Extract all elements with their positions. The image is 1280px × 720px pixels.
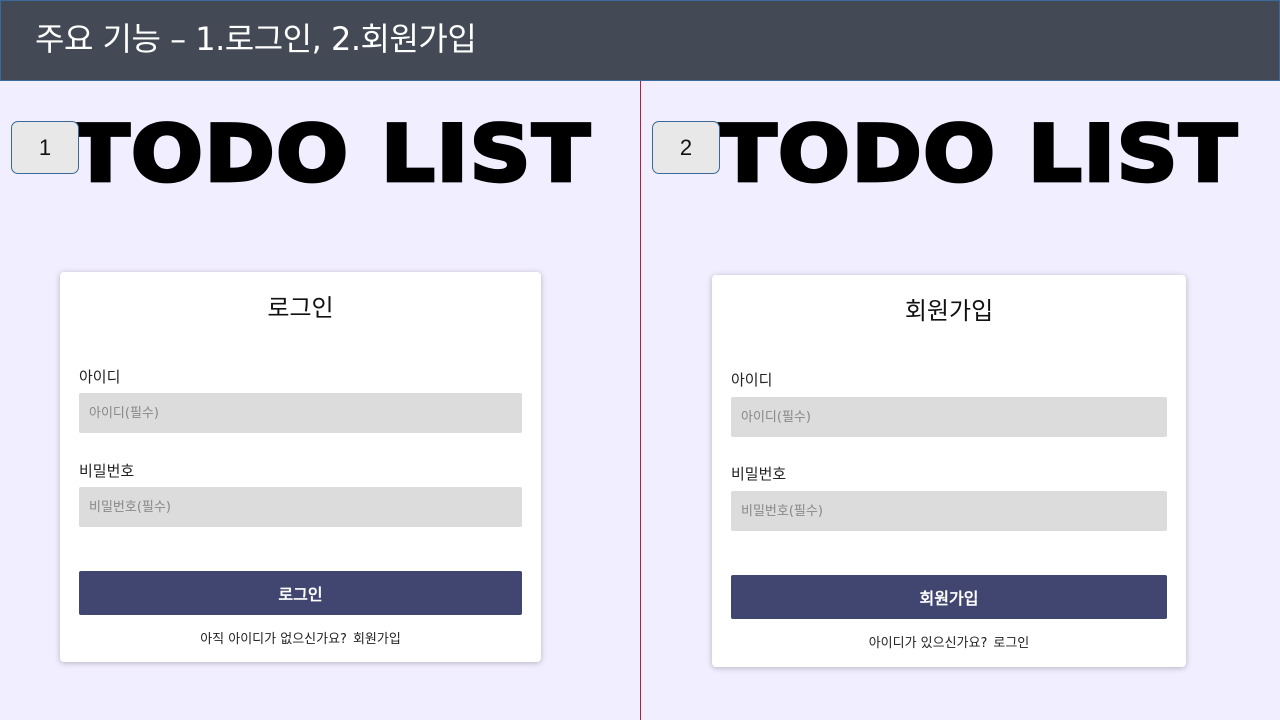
signup-title: 회원가입 — [904, 297, 994, 325]
login-title: 로그인 — [267, 294, 334, 322]
signup-prompt: 아직 아이디가 없으신가요? 회원가입 — [60, 628, 541, 647]
step-badge-1: 1 — [11, 121, 79, 174]
header-bar: 주요 기능 – 1.로그인, 2.회원가입 — [0, 0, 1280, 81]
signup-card: 회원가입 아이디 비밀번호 회원가입 아이디가 있으신가요? 로그인 — [712, 275, 1186, 667]
signup-link[interactable]: 회원가입 — [353, 632, 401, 647]
password-label: 비밀번호 — [79, 462, 135, 480]
id-label: 아이디 — [731, 371, 773, 389]
login-link[interactable]: 로그인 — [993, 636, 1029, 651]
signup-panel: TODO LIST 2 회원가입 아이디 비밀번호 회원가입 아이디가 있으신가… — [641, 81, 1280, 720]
id-input[interactable] — [79, 393, 522, 433]
page-title: 주요 기능 – 1.로그인, 2.회원가입 — [35, 20, 477, 58]
signup-prompt-text: 아직 아이디가 없으신가요? — [200, 632, 347, 647]
signup-button[interactable]: 회원가입 — [731, 575, 1167, 619]
login-card: 로그인 아이디 비밀번호 로그인 아직 아이디가 없으신가요? 회원가입 — [60, 272, 541, 662]
password-label: 비밀번호 — [731, 465, 787, 483]
todo-list-logo: TODO LIST — [70, 108, 592, 200]
id-label: 아이디 — [79, 368, 121, 386]
step-badge-2: 2 — [652, 121, 720, 174]
login-button[interactable]: 로그인 — [79, 571, 522, 615]
login-prompt: 아이디가 있으신가요? 로그인 — [712, 632, 1186, 651]
id-input[interactable] — [731, 397, 1167, 437]
password-input[interactable] — [79, 487, 522, 527]
login-panel: TODO LIST 1 로그인 아이디 비밀번호 로그인 아직 아이디가 없으신… — [0, 81, 640, 720]
login-prompt-text: 아이디가 있으신가요? — [868, 636, 988, 651]
todo-list-logo: TODO LIST — [717, 108, 1239, 200]
password-input[interactable] — [731, 491, 1167, 531]
